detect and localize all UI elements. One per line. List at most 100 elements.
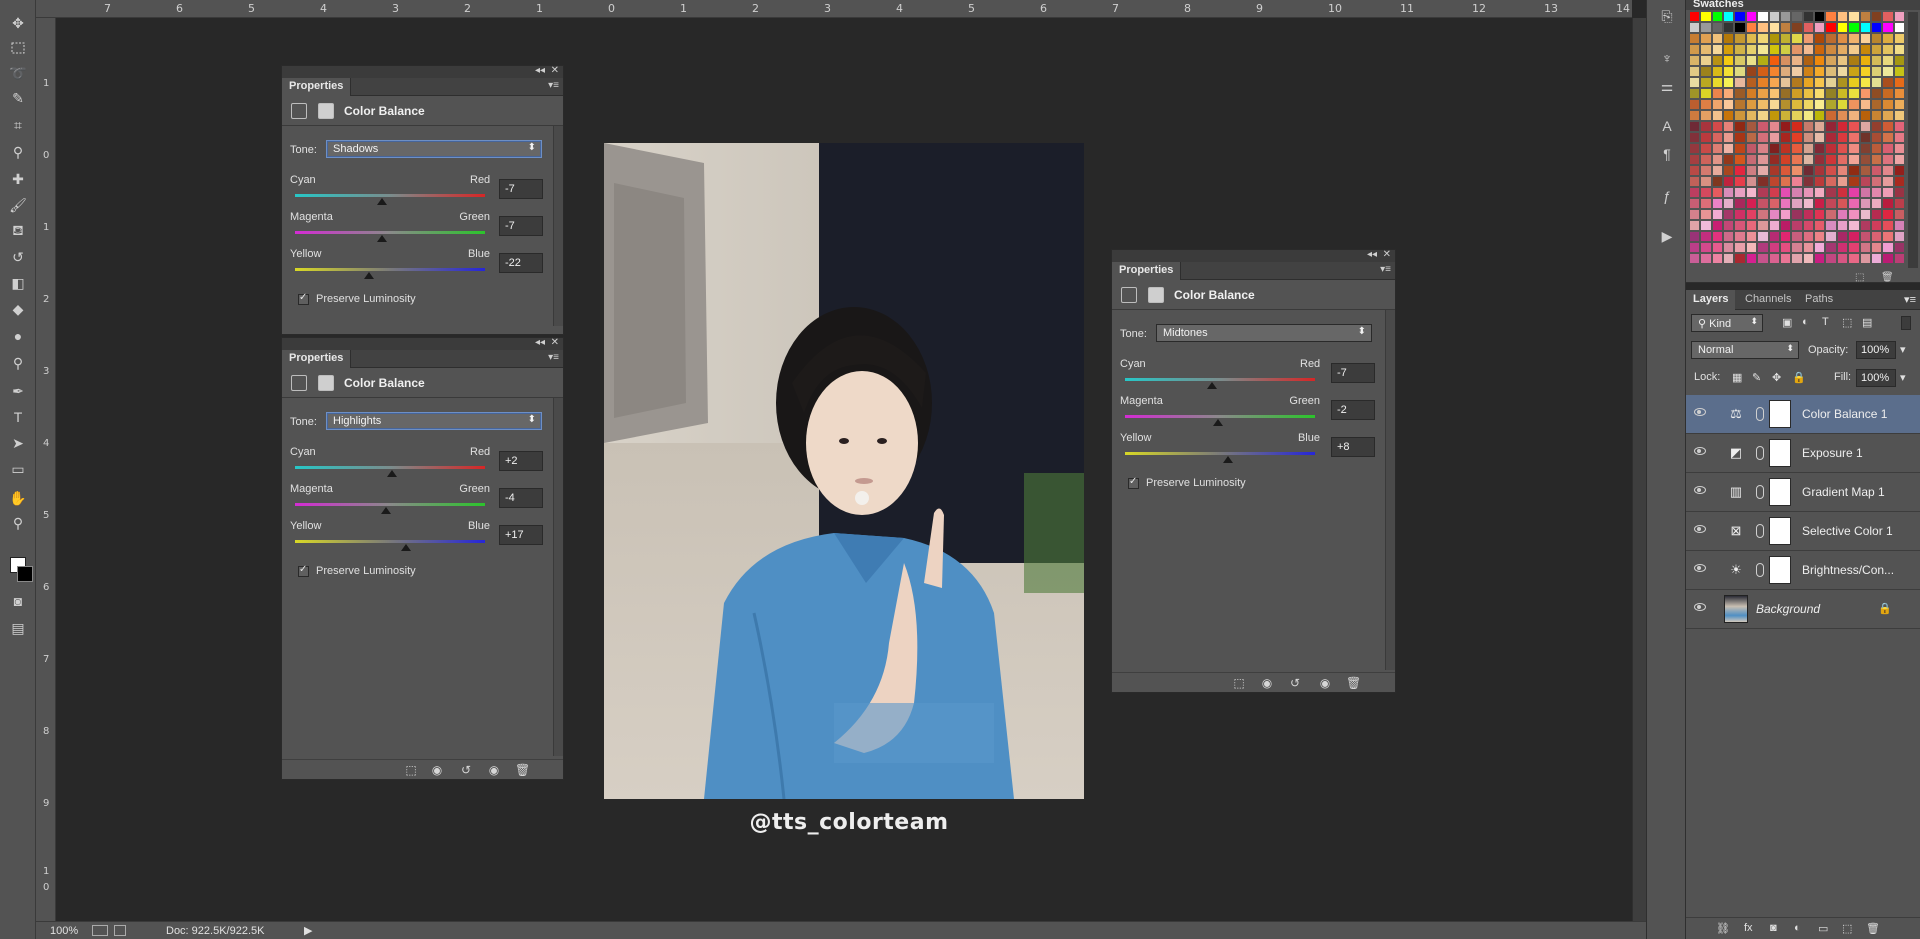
fill-input[interactable]: 100% — [1856, 369, 1896, 387]
layer-row[interactable]: ⚖ Color Balance 1 — [1686, 395, 1920, 434]
tab-properties[interactable]: Properties — [282, 78, 352, 96]
adjustments-icon[interactable]: ⚌ — [1657, 76, 1677, 96]
swatch-cell[interactable] — [1815, 23, 1825, 32]
swatch-cell[interactable] — [1701, 67, 1711, 76]
swatch-cell[interactable] — [1826, 166, 1836, 175]
swatch-cell[interactable] — [1746, 232, 1757, 241]
swatch-cell[interactable] — [1769, 45, 1779, 54]
swatch-cell[interactable] — [1883, 12, 1893, 21]
swatch-cell[interactable] — [1883, 254, 1893, 263]
panel-scrollbar[interactable] — [553, 398, 563, 756]
swatch-cell[interactable] — [1815, 100, 1825, 109]
swatch-cell[interactable] — [1735, 45, 1745, 54]
swatch-cell[interactable] — [1758, 23, 1768, 32]
swatch-cell[interactable] — [1792, 34, 1802, 43]
clip-to-layer-icon[interactable]: ⬚ — [404, 763, 418, 777]
swatch-cell[interactable] — [1871, 243, 1882, 252]
swatch-cell[interactable] — [1860, 177, 1870, 186]
swatch-cell[interactable] — [1815, 144, 1825, 153]
swatch-cell[interactable] — [1815, 122, 1825, 131]
swatch-cell[interactable] — [1871, 23, 1882, 32]
filter-pixel-icon[interactable]: ▣ — [1782, 316, 1792, 329]
swatch-cell[interactable] — [1860, 78, 1870, 87]
swatch-cell[interactable] — [1849, 221, 1859, 230]
swatch-cell[interactable] — [1701, 12, 1711, 21]
swatch-cell[interactable] — [1815, 12, 1825, 21]
move-tool-icon[interactable]: ✥ — [6, 12, 30, 34]
swatch-cell[interactable] — [1837, 122, 1848, 131]
swatch-cell[interactable] — [1792, 221, 1802, 230]
swatch-cell[interactable] — [1735, 221, 1745, 230]
yellow-blue-value[interactable]: -22 — [499, 253, 543, 273]
swatch-cell[interactable] — [1883, 56, 1893, 65]
swatch-cell[interactable] — [1690, 89, 1700, 98]
clip-to-layer-icon[interactable]: ⬚ — [1232, 676, 1246, 690]
swatch-cell[interactable] — [1871, 89, 1882, 98]
visibility-eye-icon[interactable] — [1694, 408, 1706, 416]
swatch-cell[interactable] — [1803, 155, 1814, 164]
swatch-cell[interactable] — [1746, 155, 1757, 164]
swatch-cell[interactable] — [1894, 232, 1904, 241]
canvas-photo[interactable] — [604, 143, 1084, 799]
swatch-cell[interactable] — [1815, 210, 1825, 219]
swatch-cell[interactable] — [1837, 199, 1848, 208]
swatch-cell[interactable] — [1724, 34, 1734, 43]
swatch-cell[interactable] — [1746, 100, 1757, 109]
swatch-cell[interactable] — [1837, 144, 1848, 153]
swatch-cell[interactable] — [1860, 45, 1870, 54]
swatch-cell[interactable] — [1690, 34, 1700, 43]
actions-play-icon[interactable]: ▶ — [1657, 226, 1677, 246]
swatch-cell[interactable] — [1769, 144, 1779, 153]
swatch-cell[interactable] — [1871, 12, 1882, 21]
visibility-eye-icon[interactable] — [1694, 447, 1706, 455]
swatch-cell[interactable] — [1690, 199, 1700, 208]
delete-layer-icon[interactable]: 🗑 — [1866, 922, 1880, 935]
swatch-cell[interactable] — [1803, 23, 1814, 32]
swatch-cell[interactable] — [1746, 122, 1757, 131]
swatch-cell[interactable] — [1712, 56, 1723, 65]
swatch-cell[interactable] — [1871, 100, 1882, 109]
swatch-cell[interactable] — [1701, 221, 1711, 230]
swatch-cell[interactable] — [1871, 133, 1882, 142]
swatch-cell[interactable] — [1894, 166, 1904, 175]
swatch-cell[interactable] — [1690, 78, 1700, 87]
swatch-cell[interactable] — [1826, 221, 1836, 230]
swatch-cell[interactable] — [1792, 133, 1802, 142]
swatch-cell[interactable] — [1815, 177, 1825, 186]
cyan-red-thumb[interactable] — [377, 198, 388, 205]
swatch-cell[interactable] — [1849, 111, 1859, 120]
magenta-green-track[interactable] — [295, 503, 485, 506]
collapse-icon[interactable]: ◂◂ — [535, 65, 545, 76]
swatch-cell[interactable] — [1780, 254, 1791, 263]
lock-all-icon[interactable]: 🔒 — [1792, 371, 1806, 384]
swatch-cell[interactable] — [1724, 177, 1734, 186]
swatch-cell[interactable] — [1849, 78, 1859, 87]
swatch-cell[interactable] — [1815, 111, 1825, 120]
type-tool-icon[interactable]: T — [6, 406, 30, 428]
magenta-green-value[interactable]: -2 — [1331, 400, 1375, 420]
swatch-cell[interactable] — [1792, 111, 1802, 120]
swatch-cell[interactable] — [1837, 34, 1848, 43]
swatch-cell[interactable] — [1826, 133, 1836, 142]
visibility-eye-icon[interactable] — [1694, 564, 1706, 572]
swatch-cell[interactable] — [1758, 45, 1768, 54]
swatch-cell[interactable] — [1758, 78, 1768, 87]
tab-channels[interactable]: Channels — [1738, 290, 1798, 310]
history-icon[interactable]: ⎘ — [1657, 6, 1677, 26]
layer-mask-thumbnail[interactable] — [1769, 556, 1791, 584]
swatch-cell[interactable] — [1815, 232, 1825, 241]
swatch-cell[interactable] — [1701, 177, 1711, 186]
swatch-cell[interactable] — [1758, 56, 1768, 65]
swatch-cell[interactable] — [1849, 188, 1859, 197]
swatch-cell[interactable] — [1758, 166, 1768, 175]
filter-smart-object-icon[interactable]: ▤ — [1862, 316, 1872, 329]
lock-pixels-icon[interactable]: ✎ — [1752, 371, 1761, 384]
tone-select[interactable]: Highlights ⬍ — [326, 412, 542, 430]
swatch-cell[interactable] — [1780, 166, 1791, 175]
swatch-cell[interactable] — [1724, 78, 1734, 87]
swatch-cell[interactable] — [1724, 254, 1734, 263]
swatch-cell[interactable] — [1883, 78, 1893, 87]
swatch-cell[interactable] — [1894, 221, 1904, 230]
swatch-cell[interactable] — [1894, 155, 1904, 164]
swatch-cell[interactable] — [1724, 67, 1734, 76]
